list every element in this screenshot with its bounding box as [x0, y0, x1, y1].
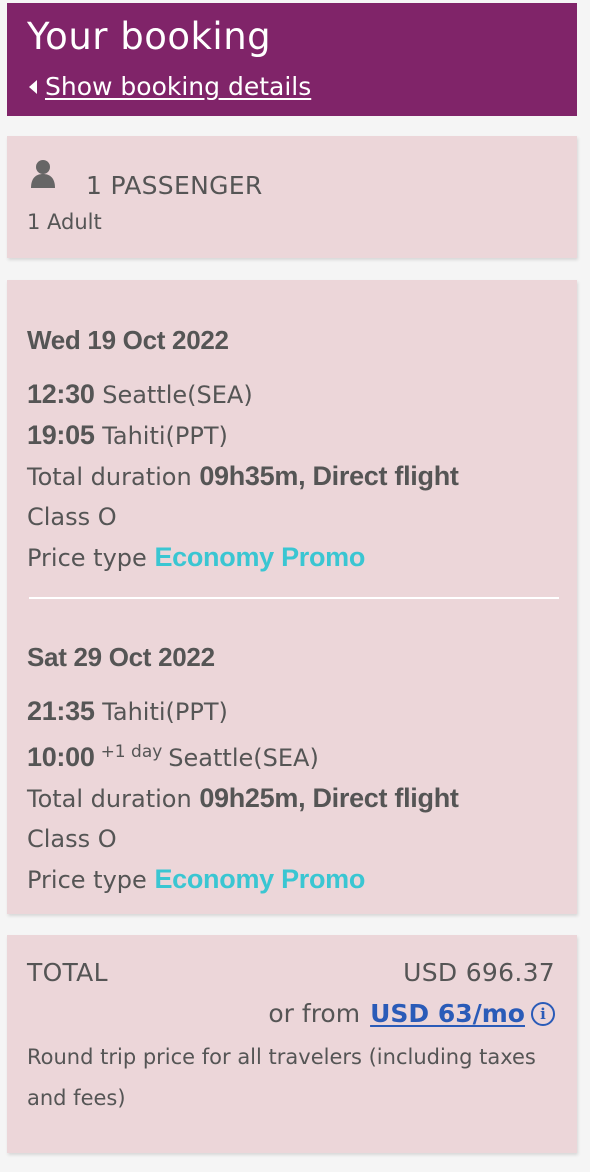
caret-left-icon [29, 80, 37, 94]
duration-value: 09h25m, Direct flight [199, 783, 459, 813]
segment-divider [29, 597, 559, 599]
total-price-card: TOTAL USD 696.37 or from USD 63/mo i Rou… [7, 935, 577, 1153]
price-type-label: Price type [27, 544, 147, 572]
arrival-time: 10:00 [27, 742, 95, 772]
segment-date: Sat 29 Oct 2022 [27, 642, 215, 672]
departure-city: Tahiti(PPT) [102, 698, 228, 726]
departure-time: 12:30 [27, 379, 95, 409]
next-day-indicator: +1 day [100, 742, 163, 762]
financing-prefix: or from [268, 999, 361, 1028]
price-type-value: Economy Promo [154, 542, 366, 572]
duration-label: Total duration [27, 463, 192, 491]
arrival-city: Seattle(SEA) [168, 744, 319, 772]
info-icon[interactable]: i [531, 1002, 555, 1026]
flight-itinerary-card: Wed 19 Oct 2022 12:30 Seattle(SEA) 19:05… [7, 280, 577, 914]
passenger-type: 1 Adult [27, 210, 102, 234]
arrival-line: 10:00 +1 day Seattle(SEA) [27, 732, 557, 778]
class-line: Class O [27, 825, 117, 853]
departure-time: 21:35 [27, 696, 95, 726]
duration-line: Total duration 09h35m, Direct flight [27, 456, 557, 497]
arrival-city: Tahiti(PPT) [102, 422, 228, 450]
passenger-count: 1 PASSENGER [86, 171, 263, 200]
financing-line: or from USD 63/mo i [268, 998, 555, 1030]
duration-line: Total duration 09h25m, Direct flight [27, 778, 557, 819]
return-segment: Sat 29 Oct 2022 21:35 Tahiti(PPT) 10:00 +… [27, 641, 557, 900]
segment-date: Wed 19 Oct 2022 [27, 325, 229, 355]
price-type-value: Economy Promo [154, 864, 366, 894]
show-booking-details-link[interactable]: Show booking details [29, 71, 311, 103]
price-type-line: Price type Economy Promo [27, 537, 557, 578]
departure-city: Seattle(SEA) [102, 381, 253, 409]
price-type-label: Price type [27, 866, 147, 894]
arrival-time: 19:05 [27, 420, 95, 450]
total-price-note: Round trip price for all travelers (incl… [27, 1045, 536, 1110]
total-amount: USD 696.37 [403, 958, 555, 987]
monthly-payment-link[interactable]: USD 63/mo [370, 998, 525, 1030]
person-icon [31, 160, 55, 188]
outbound-segment: Wed 19 Oct 2022 12:30 Seattle(SEA) 19:05… [27, 324, 557, 578]
booking-header: Your booking Show booking details [7, 3, 577, 116]
page-title: Your booking [27, 15, 272, 58]
duration-value: 09h35m, Direct flight [199, 461, 459, 491]
departure-line: 12:30 Seattle(SEA) [27, 374, 557, 415]
passenger-summary-card: 1 PASSENGER 1 Adult [7, 136, 577, 258]
duration-label: Total duration [27, 785, 192, 813]
class-line: Class O [27, 503, 117, 531]
show-booking-details-label: Show booking details [45, 72, 312, 101]
arrival-line: 19:05 Tahiti(PPT) [27, 415, 557, 456]
departure-line: 21:35 Tahiti(PPT) [27, 691, 557, 732]
total-label: TOTAL [27, 958, 108, 987]
price-type-line: Price type Economy Promo [27, 859, 557, 900]
